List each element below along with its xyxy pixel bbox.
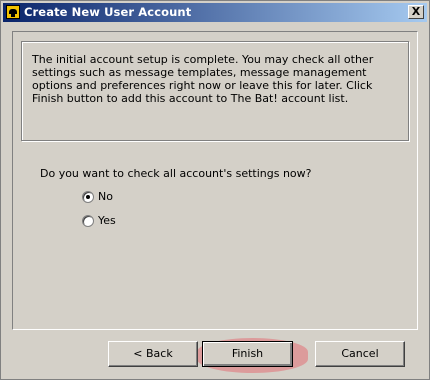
back-button-label: < Back <box>133 347 173 360</box>
info-box: The initial account setup is complete. Y… <box>21 41 409 141</box>
radio-option-yes[interactable]: Yes <box>82 214 116 227</box>
radio-label-no: No <box>98 190 113 203</box>
the-bat-icon <box>6 5 20 19</box>
radio-label-yes: Yes <box>98 214 116 227</box>
radio-yes[interactable] <box>82 214 94 227</box>
cancel-button-label: Cancel <box>341 347 379 360</box>
back-button[interactable]: < Back <box>108 341 198 367</box>
window-title: Create New User Account <box>24 5 192 19</box>
finish-button-label: Finish <box>231 347 264 360</box>
close-icon[interactable]: X <box>408 5 424 19</box>
radio-no[interactable] <box>82 190 94 203</box>
question-label: Do you want to check all account's setti… <box>40 167 312 180</box>
radio-option-no[interactable]: No <box>82 190 113 203</box>
cancel-button[interactable]: Cancel <box>315 341 405 367</box>
finish-button[interactable]: Finish <box>202 341 293 367</box>
content-panel: The initial account setup is complete. Y… <box>12 31 418 330</box>
title-bar[interactable]: Create New User Account X <box>3 3 427 22</box>
dialog-window: Create New User Account X The initial ac… <box>0 0 430 380</box>
info-text: The initial account setup is complete. Y… <box>32 53 374 105</box>
